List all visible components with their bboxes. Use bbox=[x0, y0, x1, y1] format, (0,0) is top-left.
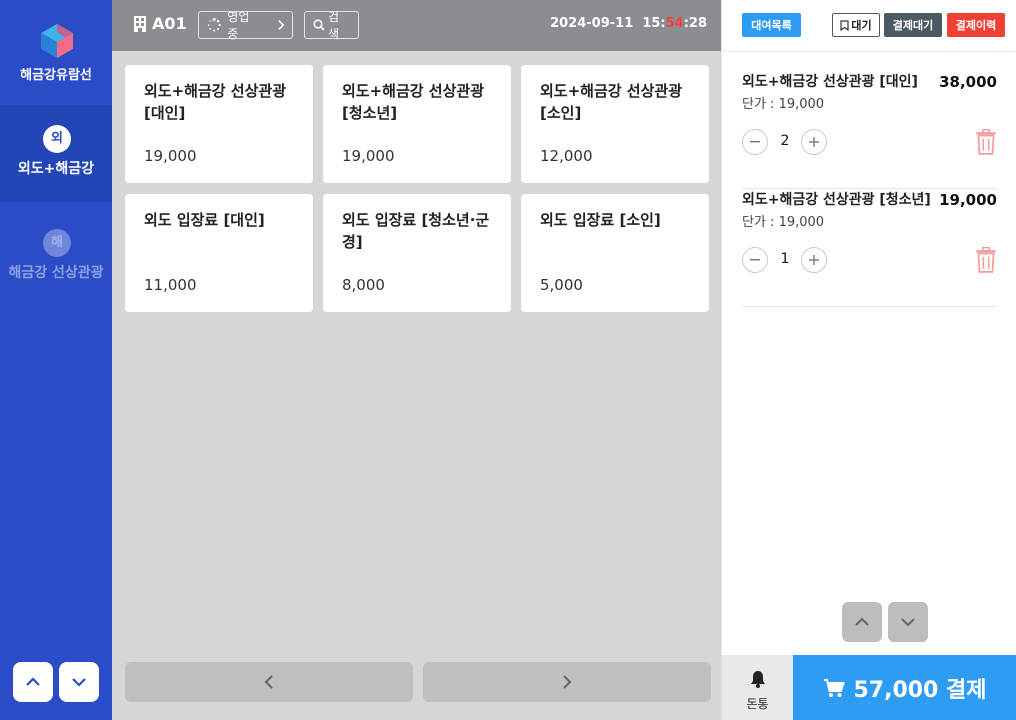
product-name: 외도+해금강 선상관광 [소인] bbox=[540, 82, 682, 122]
increase-qty-button[interactable] bbox=[801, 129, 827, 155]
decrease-qty-button[interactable] bbox=[742, 247, 768, 273]
chevron-up-icon bbox=[26, 677, 40, 686]
hold-button[interactable]: 대기 bbox=[832, 13, 880, 37]
datetime-display: 2024-09-11 15:54:28 bbox=[550, 16, 707, 31]
product-name: 외도 입장료 [소인] bbox=[540, 211, 661, 229]
decrease-qty-button[interactable] bbox=[742, 129, 768, 155]
sidebar-item-label: 외도+해금강 bbox=[17, 161, 95, 177]
product-name: 외도 입장료 [대인] bbox=[144, 211, 265, 229]
cube-logo-icon bbox=[41, 24, 73, 58]
time-hour: 15: bbox=[642, 16, 666, 31]
prev-page-button[interactable] bbox=[125, 662, 413, 702]
sidebar-item-initial: 외 bbox=[43, 125, 71, 153]
business-status-label: 영업중 bbox=[227, 10, 250, 41]
cash-drawer-button[interactable]: 돈통 bbox=[722, 655, 793, 720]
building-icon bbox=[134, 15, 146, 32]
table-number-label: A01 bbox=[152, 14, 187, 33]
product-card[interactable]: 외도+해금강 선상관광 [소인] 12,000 bbox=[521, 65, 709, 183]
chevron-right-icon bbox=[278, 19, 284, 31]
bell-icon bbox=[751, 671, 765, 688]
sidebar-item-initial: 해 bbox=[43, 229, 71, 257]
table-number: A01 bbox=[134, 14, 187, 33]
cart-icon bbox=[824, 678, 846, 697]
order-item-name: 외도+해금강 선상관광 [청소년] bbox=[742, 192, 931, 208]
sidebar-item-haegeumgang-cruise[interactable]: 해 해금강 선상관광 bbox=[0, 202, 112, 299]
loading-spinner-icon bbox=[207, 18, 221, 32]
order-item-qty: 1 bbox=[780, 251, 790, 267]
trash-icon[interactable] bbox=[975, 247, 997, 273]
product-price: 5,000 bbox=[540, 276, 583, 294]
order-item-unit-price: 단가 : 19,000 bbox=[742, 97, 825, 112]
product-card[interactable]: 외도+해금강 선상관광 [대인] 19,000 bbox=[125, 65, 313, 183]
plus-icon bbox=[809, 255, 819, 265]
order-item-unit-price: 단가 : 19,000 bbox=[742, 215, 825, 230]
time-minutes: 54 bbox=[665, 16, 684, 31]
product-name: 외도+해금강 선상관광 [대인] bbox=[144, 82, 286, 122]
product-price: 19,000 bbox=[144, 147, 197, 165]
product-price: 19,000 bbox=[342, 147, 395, 165]
order-panel: 대여목록 대기 결제대기 결제이력 외도+해금강 선상관광 [대인] 단가 : … bbox=[721, 0, 1016, 720]
sidebar-item-label: 해금강 선상관광 bbox=[8, 265, 104, 281]
rent-list-button[interactable]: 대여목록 bbox=[742, 13, 801, 37]
minus-icon bbox=[750, 141, 760, 143]
chevron-down-icon bbox=[72, 678, 86, 687]
order-item-total: 38,000 bbox=[939, 73, 997, 91]
date: 2024-09-11 bbox=[550, 16, 634, 31]
bookmark-icon bbox=[840, 19, 849, 31]
order-item-name: 외도+해금강 선상관광 [대인] bbox=[742, 74, 918, 90]
search-button[interactable]: 검색 bbox=[304, 10, 359, 41]
order-scroll-down-button[interactable] bbox=[888, 602, 928, 642]
chevron-down-icon bbox=[901, 618, 915, 627]
order-item: 외도+해금강 선상관광 [청소년] 단가 : 19,000 19,000 1 bbox=[742, 189, 997, 307]
brand-name: 해금강유람선 bbox=[20, 68, 92, 83]
time-seconds: :28 bbox=[683, 16, 707, 31]
pay-button[interactable]: 57,000 결제 bbox=[793, 655, 1016, 720]
order-item: 외도+해금강 선상관광 [대인] 단가 : 19,000 38,000 2 bbox=[742, 71, 997, 189]
payment-history-button[interactable]: 결제이력 bbox=[947, 13, 1005, 37]
search-label: 검색 bbox=[327, 10, 340, 41]
order-item-qty: 2 bbox=[780, 133, 790, 149]
sidebar-scroll-down-button[interactable] bbox=[59, 662, 99, 702]
product-card[interactable]: 외도 입장료 [대인] 11,000 bbox=[125, 194, 313, 312]
minus-icon bbox=[750, 259, 760, 261]
increase-qty-button[interactable] bbox=[801, 247, 827, 273]
brand: 해금강유람선 bbox=[0, 0, 112, 105]
product-price: 8,000 bbox=[342, 276, 385, 294]
pending-payment-button[interactable]: 결제대기 bbox=[884, 13, 942, 37]
topbar: A01 영업중 검색 2024-09-11 15:54:28 bbox=[112, 0, 721, 51]
sidebar-item-oedo-haegeumgang[interactable]: 외 외도+해금강 bbox=[0, 105, 112, 202]
next-page-button[interactable] bbox=[423, 662, 711, 702]
sidebar: 해금강유람선 외 외도+해금강 해 해금강 선상관광 bbox=[0, 0, 112, 720]
product-card[interactable]: 외도+해금강 선상관광 [청소년] 19,000 bbox=[323, 65, 511, 183]
pay-label: 57,000 결제 bbox=[853, 677, 987, 703]
search-icon bbox=[313, 19, 325, 31]
plus-icon bbox=[809, 137, 819, 147]
product-price: 11,000 bbox=[144, 276, 197, 294]
product-card[interactable]: 외도 입장료 [소인] 5,000 bbox=[521, 194, 709, 312]
product-grid: 외도+해금강 선상관광 [대인] 19,000 외도+해금강 선상관광 [청소년… bbox=[112, 51, 721, 720]
cash-drawer-label: 돈통 bbox=[746, 697, 769, 711]
product-name: 외도 입장료 [청소년·군경] bbox=[342, 211, 490, 251]
hold-label: 대기 bbox=[851, 19, 872, 32]
chevron-up-icon bbox=[855, 617, 869, 626]
trash-icon[interactable] bbox=[975, 129, 997, 155]
product-name: 외도+해금강 선상관광 [청소년] bbox=[342, 82, 484, 122]
chevron-left-icon bbox=[264, 675, 273, 689]
product-card[interactable]: 외도 입장료 [청소년·군경] 8,000 bbox=[323, 194, 511, 312]
business-status-button[interactable]: 영업중 bbox=[198, 10, 293, 41]
order-item-total: 19,000 bbox=[939, 191, 997, 209]
divider bbox=[722, 51, 1016, 52]
order-scroll-up-button[interactable] bbox=[842, 602, 882, 642]
product-price: 12,000 bbox=[540, 147, 593, 165]
chevron-right-icon bbox=[563, 675, 572, 689]
sidebar-scroll-up-button[interactable] bbox=[13, 662, 53, 702]
